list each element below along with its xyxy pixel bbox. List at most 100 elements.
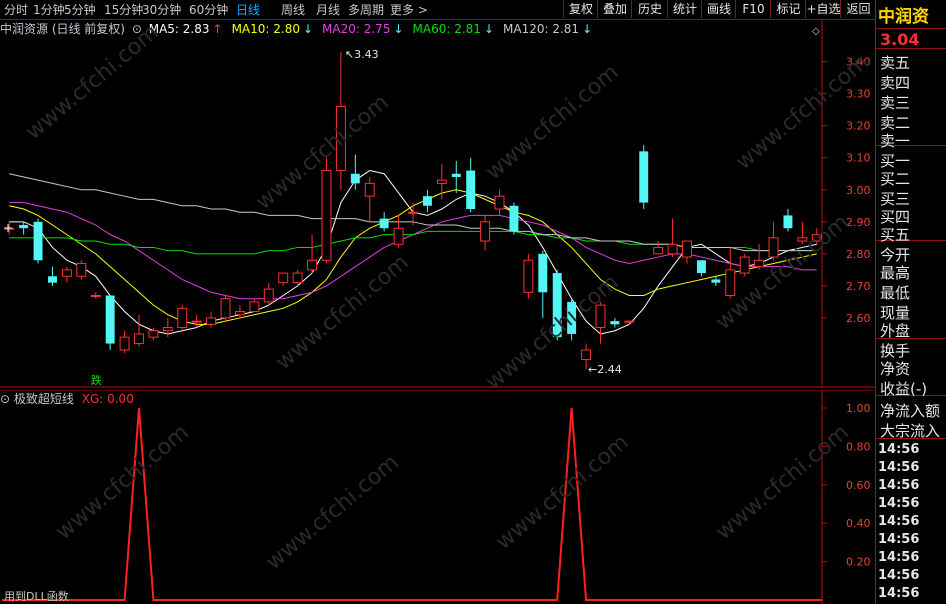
period-tab-6[interactable]: 日线 [236, 1, 260, 18]
candle-body-down [639, 151, 649, 203]
candle-body-up [682, 240, 692, 258]
candle-body-up [754, 259, 765, 268]
toolbar-button-6[interactable]: 标记 [770, 0, 806, 18]
period-tab-0[interactable]: 分时 [4, 1, 28, 18]
candle [119, 330, 130, 354]
candle-body-up [653, 246, 664, 255]
tick-time: 14:56 [878, 568, 920, 583]
quote-label-9: 买五 [880, 226, 911, 244]
candle [682, 240, 692, 264]
candle [379, 212, 389, 232]
candle [739, 253, 750, 277]
candle [653, 241, 664, 255]
candle-body-up [148, 330, 159, 338]
quote-panel: 中润资 3.04 卖五 卖四 卖三 卖二 卖一 买一 买二 买三 买四 买五 今开 最高 最低 现量 外盘换… [875, 0, 946, 604]
candle-body-up [739, 256, 750, 274]
toolbar-button-5[interactable]: F10 [735, 0, 771, 18]
candle-body-up [523, 259, 534, 293]
tick-time: 14:56 [878, 550, 920, 565]
quote-label-2: 卖三 [880, 94, 911, 112]
y-tick-label: 2.70 [846, 280, 871, 293]
candle-body-up [768, 237, 779, 258]
candle-body-down [696, 260, 706, 274]
panel-divider [876, 48, 946, 49]
period-tab-9[interactable]: 多周期 [348, 1, 384, 18]
toolbar-button-3[interactable]: 统计 [667, 0, 702, 18]
candle-body-up [278, 272, 289, 284]
candle [90, 292, 101, 299]
toolbar-button-8[interactable]: 返回 [840, 0, 876, 18]
candle-body-up [220, 298, 231, 319]
fall-marker: 跌 [91, 373, 102, 387]
candle [263, 282, 274, 306]
toolbar-button-7[interactable]: +自选 [805, 0, 841, 18]
candle-body-up [321, 170, 332, 261]
candle-body-up [624, 320, 635, 323]
candle-body-up [667, 243, 678, 255]
candle-body-up [480, 221, 491, 242]
candle-body-up [234, 311, 245, 316]
candle-body-up [206, 317, 217, 325]
period-tab-4[interactable]: 30分钟 [142, 1, 181, 18]
toolbar-button-1[interactable]: 叠加 [597, 0, 632, 18]
candle [206, 311, 217, 328]
candle [422, 189, 432, 213]
tick-time: 14:56 [878, 442, 920, 457]
low-price-marker: ←2.44 [588, 363, 622, 376]
candle-body-up [191, 320, 202, 323]
candle-body-down [711, 279, 721, 283]
y-tick-label: 3.10 [846, 152, 871, 165]
settings-circle-icon[interactable]: ⊙ [0, 392, 10, 406]
y-tick-label: 3.00 [846, 184, 871, 197]
candle [364, 176, 375, 222]
candle-body-up [292, 272, 303, 284]
candle [249, 298, 260, 313]
candle-body-up [307, 259, 318, 271]
top-toolbar: 分时 1分钟 5分钟 15分钟 30分钟 60分钟 日线 周线 月线 多周期 更多 > 复权 叠加 历史统… [0, 0, 875, 20]
candle [48, 266, 57, 286]
candle-body-down [610, 321, 620, 325]
candle-body-down [48, 276, 57, 283]
candle [610, 317, 620, 328]
toolbar-button-0[interactable]: 复权 [563, 0, 598, 18]
candle-body-up [494, 195, 505, 210]
candle-body-down [33, 221, 43, 261]
candle [33, 218, 43, 264]
candle [321, 157, 332, 264]
toolbar-button-2[interactable]: 历史 [631, 0, 668, 18]
price-chart[interactable]: 3.403.303.203.103.002.902.802.702.60↖3.4… [0, 20, 875, 388]
period-tab-8[interactable]: 月线 [316, 1, 340, 18]
quote-label-6: 买二 [880, 170, 911, 188]
candle [624, 320, 635, 325]
diamond-icon: ◇ [812, 26, 820, 37]
ma-line-ma60 [9, 230, 817, 255]
period-tab-2[interactable]: 5分钟 [64, 1, 96, 18]
candle-body-down [19, 225, 29, 229]
toolbar-button-4[interactable]: 画线 [701, 0, 736, 18]
tick-time: 14:56 [878, 586, 920, 601]
candle-body-up [177, 307, 188, 329]
y-tick-label: 0.40 [846, 517, 871, 530]
candle-body-down [783, 215, 793, 229]
panel-divider [876, 28, 946, 29]
y-tick-label: 3.20 [846, 120, 871, 133]
period-tab-3[interactable]: 15分钟 [104, 1, 143, 18]
period-tab-5[interactable]: 60分钟 [189, 1, 228, 18]
candle [523, 253, 534, 299]
candle-body-down [538, 253, 548, 293]
tick-time: 14:56 [878, 460, 920, 475]
y-tick-label: 3.30 [846, 88, 871, 101]
candle [393, 215, 404, 248]
candle-body-up [725, 269, 736, 297]
candle-body-down [379, 218, 389, 229]
candle [134, 314, 144, 347]
period-tab-1[interactable]: 1分钟 [33, 1, 65, 18]
period-tab-10[interactable]: 更多 > [390, 1, 428, 18]
candle [494, 189, 505, 216]
candle-body-up [162, 327, 173, 332]
period-tab-7[interactable]: 周线 [281, 1, 305, 18]
candle [466, 157, 476, 213]
candle-body-down [350, 173, 360, 184]
candle-body-up [581, 349, 592, 361]
candle-body-up [90, 295, 101, 297]
